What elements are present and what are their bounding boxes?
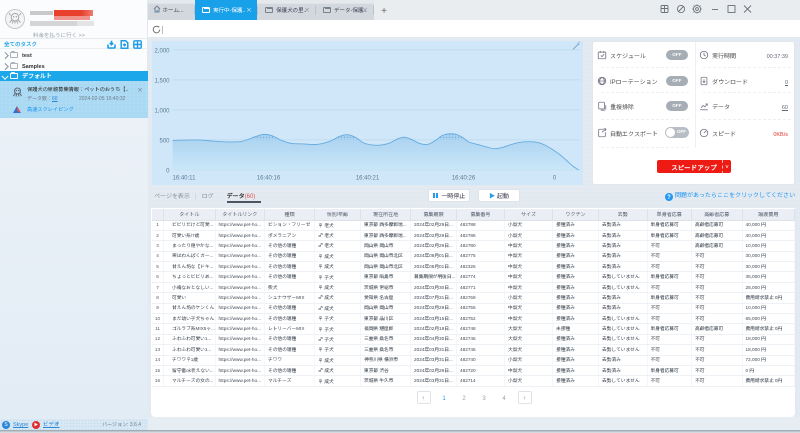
svg-text:500: 500 [159,138,170,144]
svg-text:16:40:21: 16:40:21 [355,175,379,181]
svg-text:1,500: 1,500 [154,78,170,84]
svg-text:1,000: 1,000 [154,108,170,114]
svg-text:0: 0 [166,168,170,174]
svg-text:16:40:26: 16:40:26 [451,175,475,181]
svg-text:2,000: 2,000 [154,48,170,54]
svg-text:16:40:16: 16:40:16 [256,175,280,181]
svg-text:16:40:11: 16:40:11 [172,175,196,181]
svg-text:0: 0 [552,175,556,181]
